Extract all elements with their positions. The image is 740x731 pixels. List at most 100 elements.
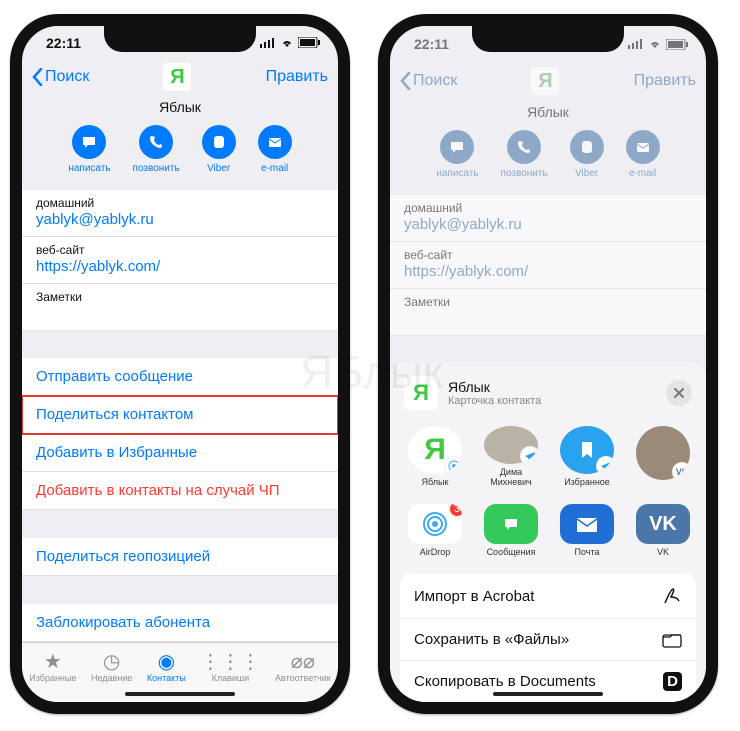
nav-bar: Поиск Я Править — [22, 59, 338, 94]
share-action[interactable]: Сохранить в «Файлы» — [400, 619, 696, 661]
tab-voicemail[interactable]: ⌀⌀ Автоответчик — [275, 649, 331, 683]
edit-button[interactable]: Править — [266, 68, 328, 86]
share-person[interactable]: VK — [632, 426, 694, 488]
contact-action-call[interactable]: позвонить — [133, 125, 180, 174]
tab-label: Контакты — [147, 673, 186, 683]
contact-action-viber[interactable]: Viber — [202, 125, 236, 174]
action-row[interactable]: Отправить сообщение — [22, 358, 338, 396]
avatar — [560, 426, 614, 474]
app-name: Сообщения — [487, 548, 536, 558]
tab-contacts[interactable]: ◉Контакты — [147, 649, 186, 683]
contact-action-message[interactable]: написать — [68, 125, 110, 174]
home-indicator[interactable] — [493, 692, 603, 696]
recents-icon: ◷ — [103, 649, 120, 671]
contact-field[interactable]: домашнийyablyk@yablyk.ru — [22, 190, 338, 237]
avatar — [484, 426, 538, 464]
contact-action-viber[interactable]: Viber — [570, 130, 604, 179]
edit-button[interactable]: Править — [634, 72, 696, 90]
nav-bar: Поиск Я Править — [390, 62, 706, 100]
tab-fav[interactable]: ★Избранные — [29, 649, 76, 683]
via-badge-icon — [596, 456, 614, 474]
app-name: Почта — [575, 548, 600, 558]
tab-label: Недавние — [91, 673, 132, 683]
action-row[interactable]: Поделиться геопозицией — [22, 538, 338, 576]
contact-action-call[interactable]: позвонить — [501, 130, 548, 179]
field-value: yablyk@yablyk.ru — [36, 211, 324, 228]
field-value: https://yablyk.com/ — [36, 258, 324, 275]
action-label: Сохранить в «Файлы» — [414, 631, 569, 648]
share-person[interactable]: ЯЯблык — [404, 426, 466, 488]
voicemail-icon: ⌀⌀ — [291, 649, 315, 671]
viber-icon — [202, 125, 236, 159]
action-label: позвонить — [133, 163, 180, 174]
back-label: Поиск — [413, 72, 457, 90]
contact-action-message[interactable]: написать — [436, 130, 478, 179]
contact-action-email[interactable]: e-mail — [626, 130, 660, 179]
folder-icon — [662, 632, 682, 648]
notch — [104, 26, 256, 52]
share-app-mail[interactable]: Почта — [556, 504, 618, 558]
battery-icon — [666, 39, 688, 50]
signal-icon — [628, 39, 644, 49]
vk-icon: VK — [636, 504, 690, 544]
share-app-airdrop[interactable]: 3 AirDrop — [404, 504, 466, 558]
home-indicator[interactable] — [125, 692, 235, 696]
message-icon — [440, 130, 474, 164]
status-time: 22:11 — [414, 36, 449, 52]
badge: 3 — [448, 504, 462, 518]
action-label: Скопировать в Documents — [414, 673, 596, 690]
wifi-icon — [280, 38, 294, 48]
action-row[interactable]: Заблокировать абонента — [22, 604, 338, 642]
keypad-icon: ⋮⋮⋮ — [200, 649, 260, 671]
share-person[interactable]: Дима Михневич — [480, 426, 542, 488]
contact-name: Яблык — [390, 100, 706, 130]
via-badge-icon — [444, 456, 462, 474]
contact-field: Заметки — [22, 284, 338, 331]
share-title: Яблык — [448, 379, 541, 395]
share-action[interactable]: Импорт в Acrobat — [400, 574, 696, 619]
field-value: yablyk@yablyk.ru — [404, 216, 692, 233]
action-label: e-mail — [261, 163, 288, 174]
avatar: VK — [636, 426, 690, 480]
via-badge-icon — [520, 446, 538, 464]
tab-label: Автоответчик — [275, 673, 331, 683]
person-name: Избранное — [564, 478, 610, 488]
contact-field[interactable]: веб-сайтhttps://yablyk.com/ — [390, 242, 706, 289]
back-button[interactable]: Поиск — [32, 68, 89, 86]
tab-recents[interactable]: ◷ Недавние — [91, 649, 132, 683]
close-icon — [674, 388, 684, 398]
contact-field[interactable]: веб-сайтhttps://yablyk.com/ — [22, 237, 338, 284]
app-name: AirDrop — [420, 548, 451, 558]
share-app-message[interactable]: Сообщения — [480, 504, 542, 558]
action-row[interactable]: Поделиться контактом — [22, 396, 338, 434]
action-label: Viber — [575, 168, 598, 179]
back-label: Поиск — [45, 68, 89, 86]
wifi-icon — [648, 39, 662, 49]
battery-icon — [298, 37, 320, 48]
email-icon — [626, 130, 660, 164]
contact-action-email[interactable]: e-mail — [258, 125, 292, 174]
action-row[interactable]: Добавить в контакты на случай ЧП — [22, 472, 338, 510]
action-label: e-mail — [629, 168, 656, 179]
field-key: Заметки — [36, 290, 324, 304]
phone-left: 22:11 Поиск Я Править Яблык написатьпозв… — [10, 14, 350, 714]
mail-icon — [560, 504, 614, 544]
viber-icon — [570, 130, 604, 164]
acrobat-icon — [662, 586, 682, 606]
phone-right: 22:11 Поиск Я Править Яблык написать позв… — [378, 14, 718, 714]
action-row[interactable]: Добавить в Избранные — [22, 434, 338, 472]
documents-icon: D — [663, 673, 682, 690]
action-label: написать — [68, 163, 110, 174]
status-time: 22:11 — [46, 35, 81, 51]
tab-label: Клавиши — [212, 673, 250, 683]
share-person[interactable]: Избранное — [556, 426, 618, 488]
back-button[interactable]: Поиск — [400, 72, 457, 90]
contact-field[interactable]: домашнийyablyk@yablyk.ru — [390, 195, 706, 242]
contact-avatar: Я — [531, 67, 559, 95]
field-key: веб-сайт — [404, 248, 692, 262]
chevron-left-icon — [32, 68, 43, 86]
share-app-vk[interactable]: VKVK — [632, 504, 694, 558]
tab-keypad[interactable]: ⋮⋮⋮ Клавиши — [200, 649, 260, 683]
fav-icon: ★ — [44, 649, 62, 671]
close-button[interactable] — [666, 380, 692, 406]
